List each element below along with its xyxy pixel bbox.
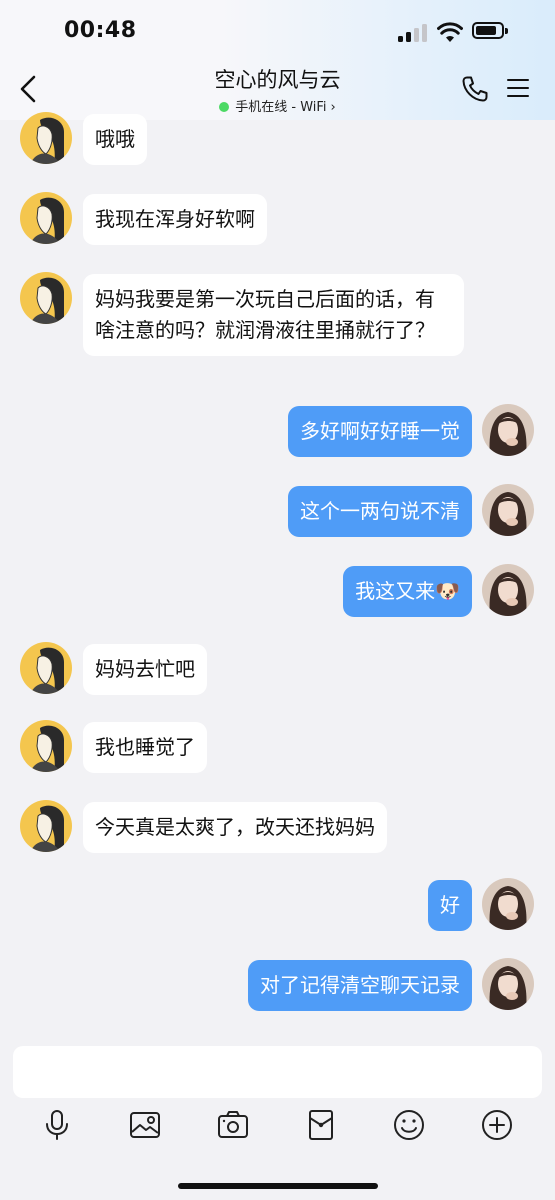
wifi-icon bbox=[437, 22, 463, 42]
contact-avatar[interactable] bbox=[20, 192, 72, 244]
message-bubble-outgoing[interactable]: 对了记得清空聊天记录 bbox=[248, 960, 472, 1011]
home-indicator bbox=[178, 1183, 378, 1189]
message-bubble-outgoing[interactable]: 多好啊好好睡一觉 bbox=[288, 406, 472, 457]
online-status-label: 手机在线 - WiFi bbox=[235, 100, 327, 115]
message-bubble-outgoing[interactable]: 好 bbox=[428, 880, 472, 931]
message-list[interactable]: 哦哦 我现在浑身好软啊 妈妈我要是第一次玩自己后面的话，有啥注意的吗？就润滑液往… bbox=[0, 112, 555, 1032]
message-bubble-incoming[interactable]: 我也睡觉了 bbox=[83, 722, 207, 773]
contact-avatar[interactable] bbox=[20, 112, 72, 164]
message-bubble-incoming[interactable]: 今天真是太爽了，改天还找妈妈 bbox=[83, 802, 387, 853]
message-bubble-incoming[interactable]: 哦哦 bbox=[83, 114, 147, 165]
menu-icon[interactable] bbox=[507, 77, 531, 101]
contact-avatar[interactable] bbox=[20, 720, 72, 772]
emoji-icon[interactable] bbox=[392, 1108, 426, 1142]
camera-icon[interactable] bbox=[216, 1108, 250, 1142]
cellular-signal-icon bbox=[398, 24, 428, 42]
message-input[interactable] bbox=[13, 1046, 542, 1098]
chat-header: 00:48 空心的风与云 手机在线 - WiFi › bbox=[0, 0, 555, 120]
phone-icon[interactable] bbox=[460, 74, 490, 104]
message-bubble-incoming[interactable]: 我现在浑身好软啊 bbox=[83, 194, 267, 245]
my-avatar[interactable] bbox=[482, 878, 534, 930]
my-avatar[interactable] bbox=[482, 484, 534, 536]
chevron-right-icon: › bbox=[330, 100, 336, 115]
composer bbox=[0, 1032, 555, 1200]
message-bubble-incoming[interactable]: 妈妈去忙吧 bbox=[83, 644, 207, 695]
image-icon[interactable] bbox=[128, 1108, 162, 1142]
message-bubble-outgoing[interactable]: 这个一两句说不清 bbox=[288, 486, 472, 537]
battery-icon bbox=[472, 22, 508, 39]
contact-avatar[interactable] bbox=[20, 642, 72, 694]
contact-avatar[interactable] bbox=[20, 800, 72, 852]
online-dot-icon bbox=[219, 102, 230, 112]
message-bubble-incoming[interactable]: 妈妈我要是第一次玩自己后面的话，有啥注意的吗？就润滑液往里捅就行了？ bbox=[83, 274, 464, 356]
status-time: 00:48 bbox=[64, 18, 137, 43]
contact-avatar[interactable] bbox=[20, 272, 72, 324]
microphone-icon[interactable] bbox=[40, 1108, 74, 1142]
my-avatar[interactable] bbox=[482, 564, 534, 616]
red-packet-icon[interactable] bbox=[304, 1108, 338, 1142]
message-bubble-outgoing[interactable]: 我这又来🐶 bbox=[343, 566, 472, 617]
status-bar: 00:48 bbox=[0, 0, 555, 60]
plus-icon[interactable] bbox=[480, 1108, 514, 1142]
my-avatar[interactable] bbox=[482, 958, 534, 1010]
my-avatar[interactable] bbox=[482, 404, 534, 456]
